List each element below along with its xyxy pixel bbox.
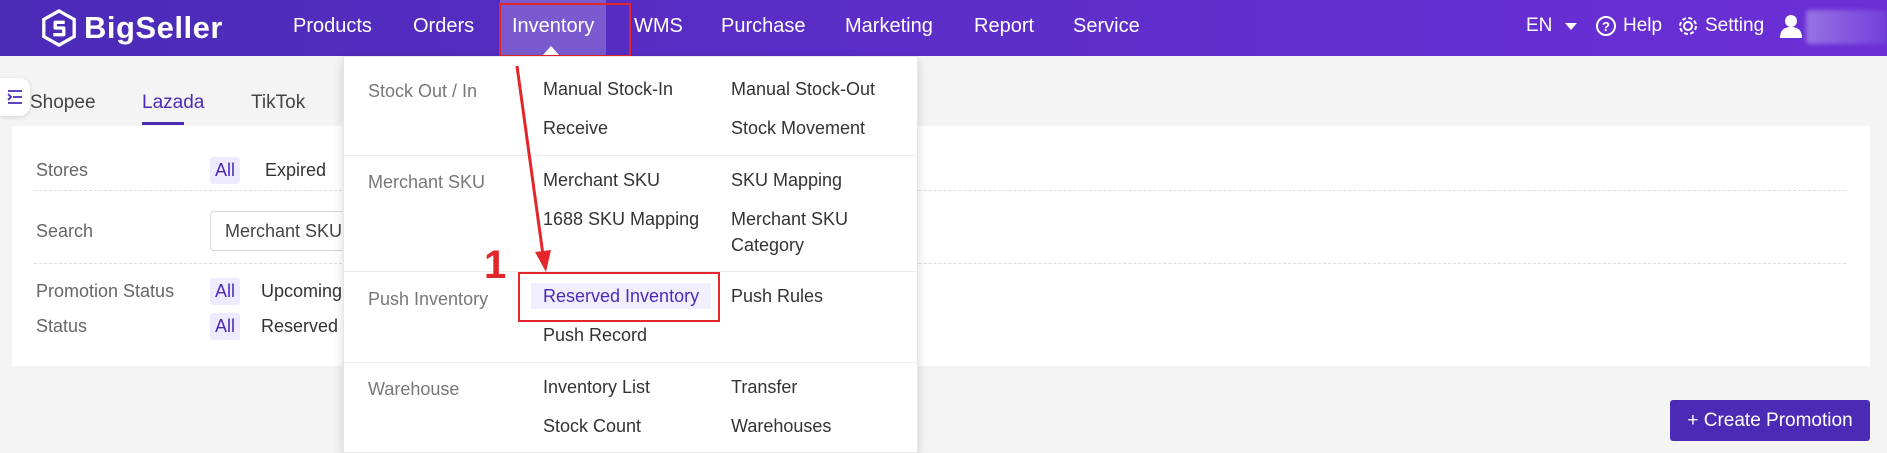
tab-shopee[interactable]: Shopee	[30, 92, 96, 114]
setting-link[interactable]: Setting	[1677, 0, 1764, 52]
nav-wms[interactable]: WMS	[634, 0, 683, 56]
menu-item-inventory-list[interactable]: Inventory List	[543, 374, 650, 400]
promotion-status-label: Promotion Status	[36, 281, 175, 301]
sidebar-collapse-button[interactable]	[0, 78, 30, 116]
help-label: Help	[1623, 15, 1663, 36]
menu-separator	[344, 362, 917, 363]
search-type-select[interactable]: Merchant SKU	[210, 211, 360, 251]
menu-separator	[344, 155, 917, 156]
create-promotion-button[interactable]: + Create Promotion	[1670, 400, 1870, 441]
filter-divider	[34, 263, 1846, 264]
active-tab-indicator	[142, 122, 184, 125]
svg-text:?: ?	[1602, 19, 1610, 34]
stores-label: Stores	[36, 160, 89, 180]
group-merchant-sku: Merchant SKU	[368, 172, 486, 192]
menu-item-stock-movement[interactable]: Stock Movement	[731, 115, 865, 141]
top-navigation-bar: BigSeller Products Orders Inventory WMS …	[0, 0, 1887, 56]
menu-item-push-record[interactable]: Push Record	[543, 322, 647, 348]
brand-name: BigSeller	[84, 10, 223, 45]
menu-collapse-icon	[7, 90, 22, 104]
inventory-dropdown-menu: Stock Out / In Manual Stock-In Manual St…	[343, 56, 918, 453]
username-blurred	[1806, 10, 1887, 44]
menu-item-stock-count[interactable]: Stock Count	[543, 413, 641, 439]
nav-service[interactable]: Service	[1073, 0, 1140, 56]
nav-orders[interactable]: Orders	[413, 0, 474, 56]
menu-item-merchant-sku[interactable]: Merchant SKU	[543, 167, 660, 193]
tab-tiktok[interactable]: TikTok	[251, 92, 305, 114]
group-push-inventory: Push Inventory	[368, 289, 489, 309]
help-link[interactable]: ? Help	[1595, 0, 1662, 52]
nav-marketing[interactable]: Marketing	[845, 0, 933, 56]
stores-all-chip[interactable]: All	[210, 157, 241, 184]
stores-expired-chip[interactable]: Expired	[265, 160, 326, 181]
language-selector[interactable]: EN	[1526, 0, 1578, 52]
bigseller-logo-icon	[42, 9, 76, 47]
user-icon[interactable]	[1780, 14, 1802, 38]
setting-label: Setting	[1705, 15, 1765, 36]
promotion-upcoming-chip[interactable]: Upcoming	[261, 281, 342, 302]
menu-item-push-rules[interactable]: Push Rules	[731, 283, 823, 309]
help-icon: ?	[1596, 16, 1616, 36]
language-label: EN	[1526, 15, 1553, 36]
gear-icon	[1679, 17, 1697, 35]
search-label: Search	[36, 221, 94, 241]
status-reserved-chip[interactable]: Reserved	[261, 316, 338, 337]
menu-item-merchant-sku-category[interactable]: Merchant SKU Category	[731, 206, 871, 258]
menu-item-manual-stock-in[interactable]: Manual Stock-In	[543, 76, 673, 102]
menu-item-transfer[interactable]: Transfer	[731, 374, 797, 400]
brand-logo[interactable]: BigSeller	[40, 6, 223, 50]
promotion-all-chip[interactable]: All	[210, 278, 241, 305]
menu-item-receive[interactable]: Receive	[543, 115, 608, 141]
menu-item-warehouses[interactable]: Warehouses	[731, 413, 831, 439]
nav-products[interactable]: Products	[293, 0, 372, 56]
caret-down-icon	[1565, 23, 1578, 30]
status-label: Status	[36, 316, 88, 336]
nav-purchase[interactable]: Purchase	[721, 0, 806, 56]
group-warehouse: Warehouse	[368, 379, 460, 399]
menu-item-1688-sku-mapping[interactable]: 1688 SKU Mapping	[543, 206, 699, 232]
tab-lazada[interactable]: Lazada	[142, 92, 204, 114]
filter-divider	[34, 190, 1846, 191]
menu-item-sku-mapping[interactable]: SKU Mapping	[731, 167, 842, 193]
annotation-box-reserved-inventory	[518, 272, 720, 322]
group-stock-out-in: Stock Out / In	[368, 81, 478, 101]
status-all-chip[interactable]: All	[210, 313, 241, 340]
create-promotion-label: + Create Promotion	[1687, 409, 1853, 431]
annotation-box-inventory	[499, 3, 631, 57]
annotation-step-number: 1	[484, 243, 507, 287]
nav-report[interactable]: Report	[974, 0, 1034, 56]
menu-item-manual-stock-out[interactable]: Manual Stock-Out	[731, 76, 875, 102]
